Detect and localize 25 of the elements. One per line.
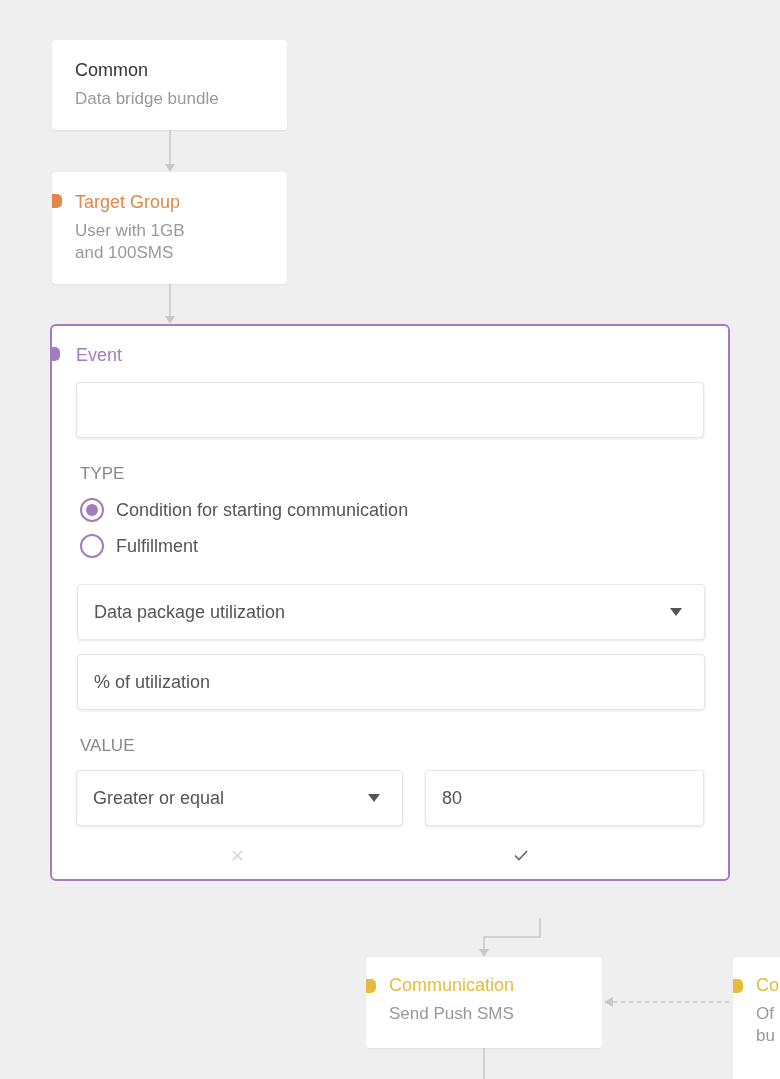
node-subtitle: Of bu bbox=[756, 1003, 776, 1047]
section-label: TYPE bbox=[80, 464, 126, 484]
name-input-field[interactable] bbox=[76, 382, 704, 438]
node-subtitle: Data bridge bundle bbox=[75, 88, 220, 110]
metric-dropdown[interactable]: Data package utilization bbox=[77, 584, 705, 640]
node-title: Common bbox=[75, 59, 150, 82]
unit-input-field[interactable]: % of utilization bbox=[77, 654, 705, 710]
panel-title: Event bbox=[76, 344, 124, 367]
node-title: Communication bbox=[389, 974, 516, 997]
node-subtitle: User with 1GB and 100SMS bbox=[75, 220, 186, 264]
node-subtitle: Send Push SMS bbox=[389, 1003, 515, 1025]
section-label: VALUE bbox=[80, 736, 136, 756]
radio-button[interactable] bbox=[80, 498, 104, 522]
close-icon bbox=[231, 850, 243, 861]
radio-label[interactable]: Fulfillment bbox=[116, 535, 199, 557]
node-title: Co bbox=[756, 974, 780, 997]
threshold-input-field[interactable]: 80 bbox=[424, 770, 704, 826]
node-title: Target Group bbox=[75, 191, 182, 214]
radio-button[interactable] bbox=[80, 534, 104, 558]
node-card[interactable]: Common Data bridge bundle bbox=[52, 40, 287, 130]
check-icon bbox=[514, 850, 529, 861]
radio-label[interactable]: Condition for starting communication bbox=[116, 499, 409, 521]
operator-dropdown[interactable]: Greater or equal bbox=[76, 770, 403, 826]
caret-icon bbox=[367, 794, 380, 802]
caret-icon bbox=[670, 608, 682, 616]
